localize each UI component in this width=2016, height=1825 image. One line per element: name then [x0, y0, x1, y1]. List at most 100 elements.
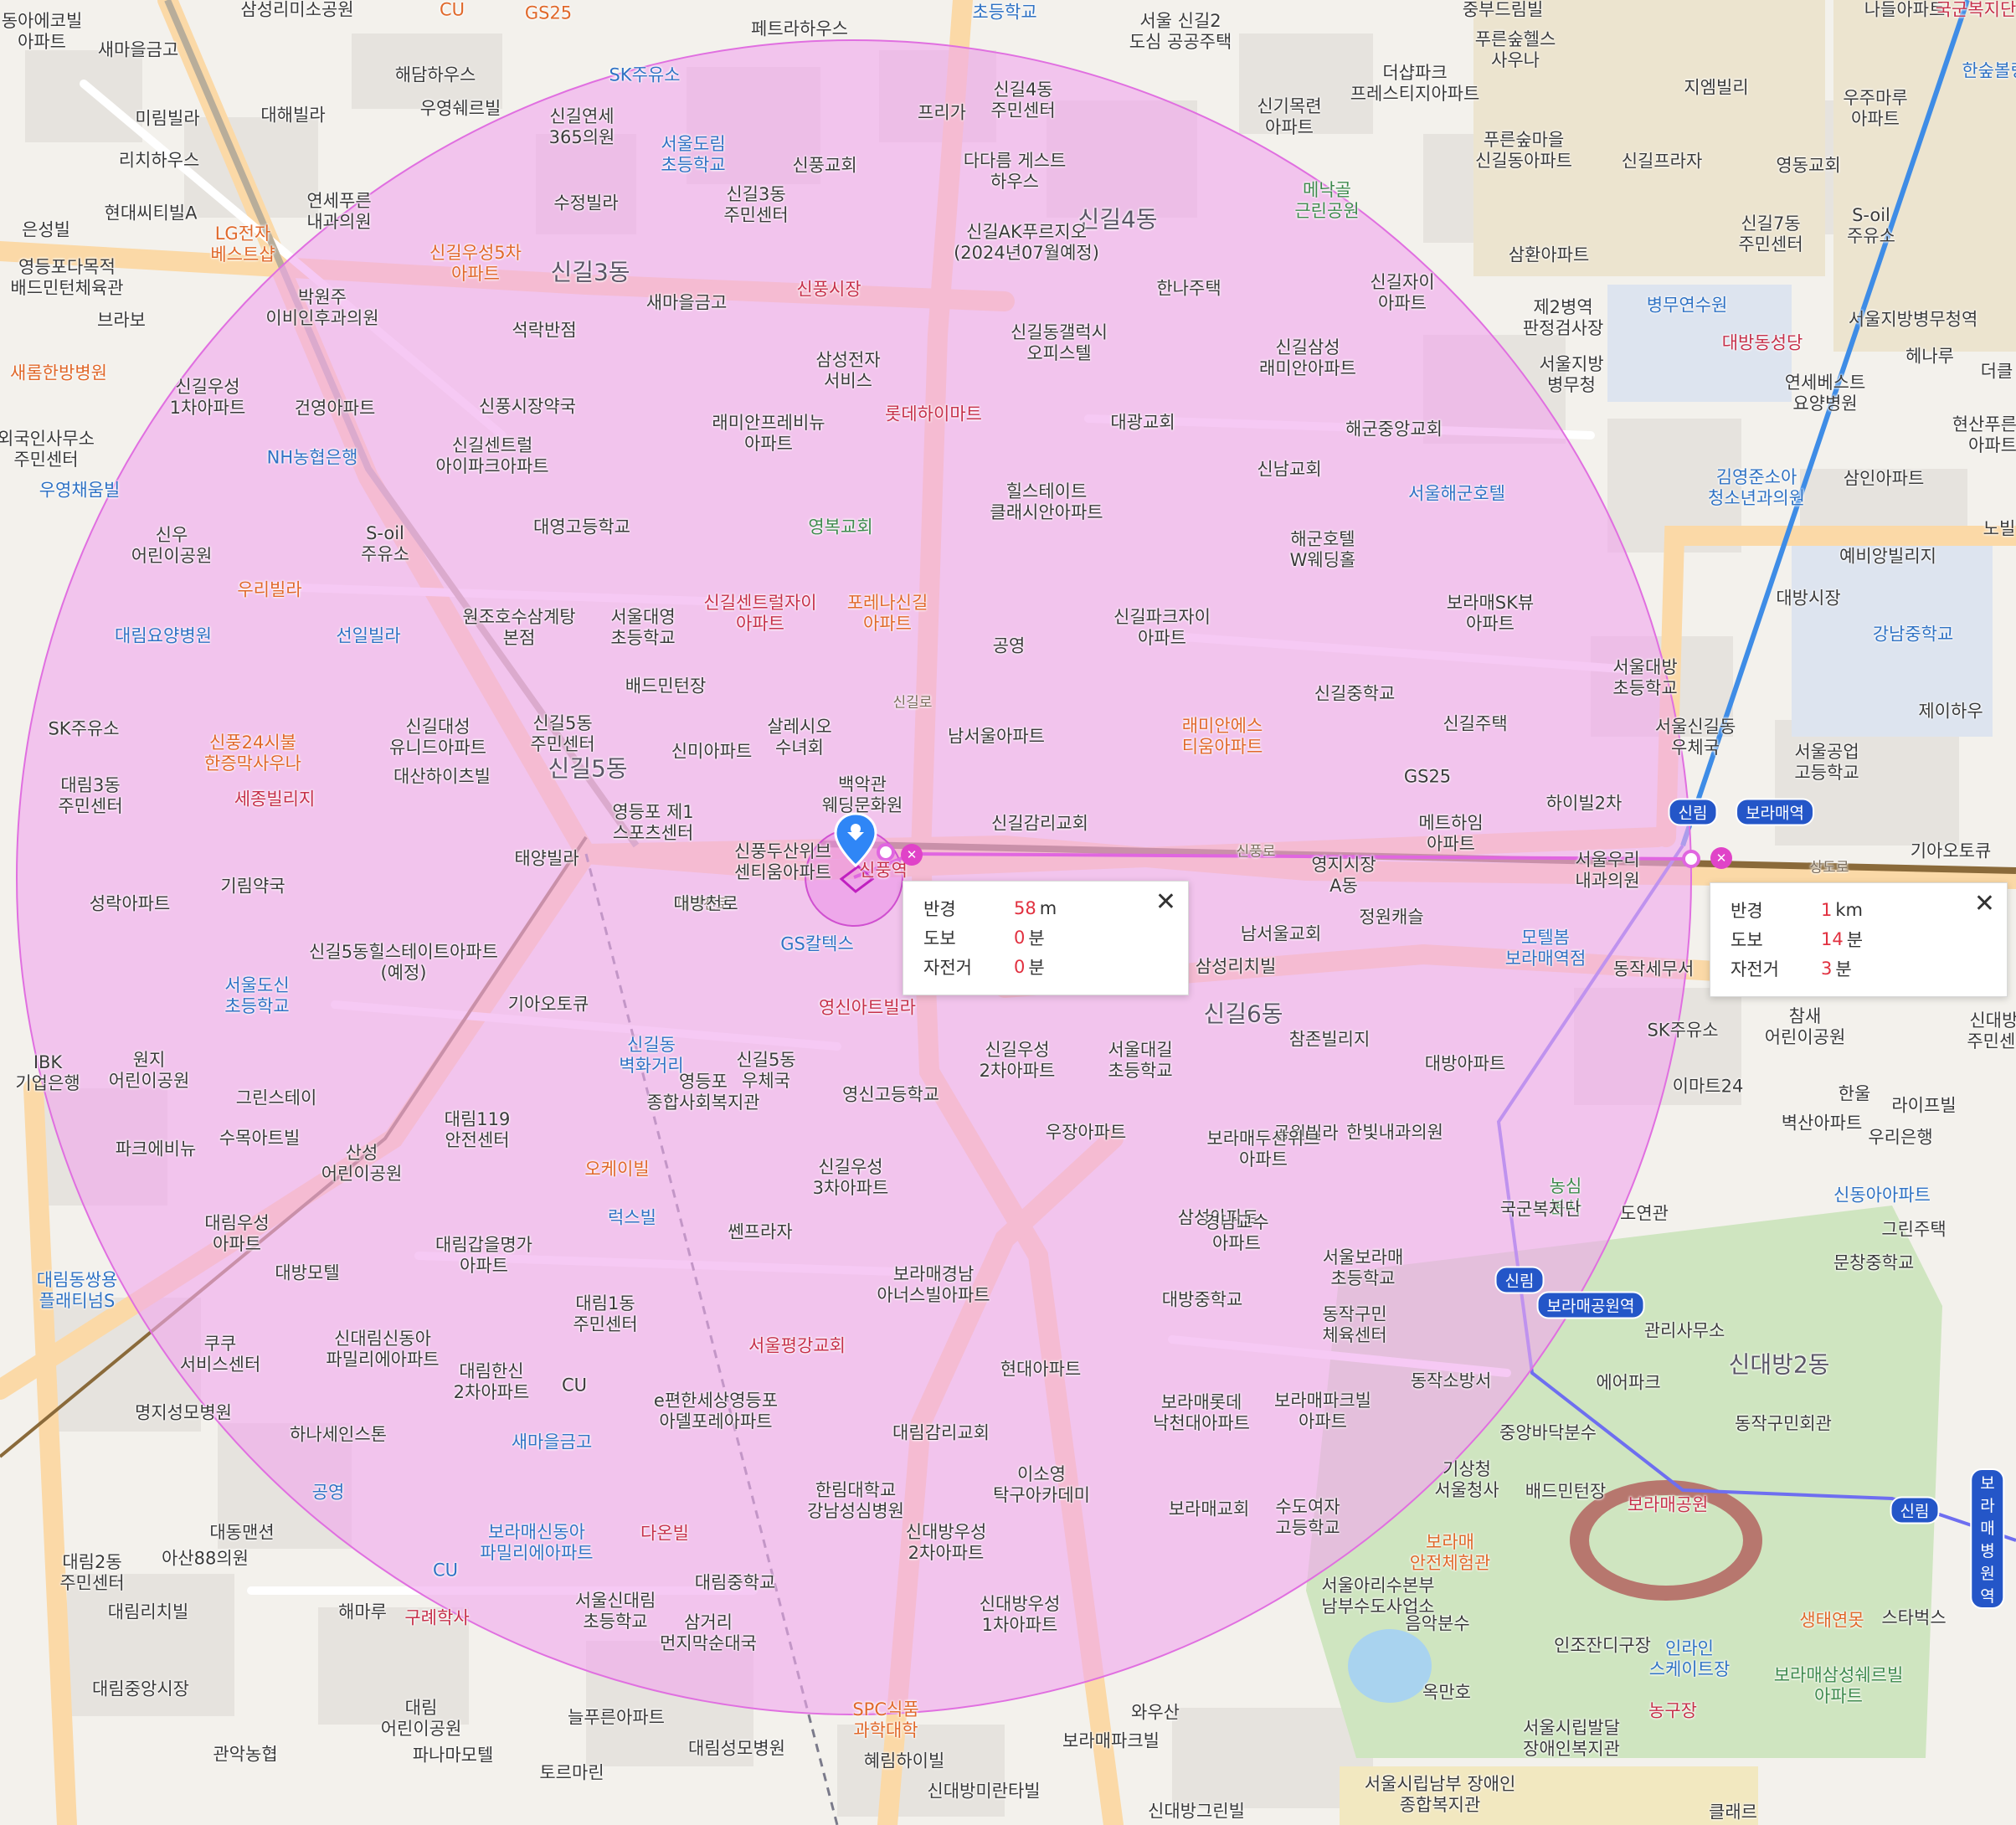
place-label[interactable]: 새마을금고 [98, 40, 179, 61]
place-label[interactable]: 강남중학교 [1873, 625, 1954, 645]
place-label[interactable]: 럭스빌 [608, 1208, 656, 1229]
place-label[interactable]: 서울보라매 초등학교 [1323, 1247, 1404, 1289]
place-label[interactable]: 동작구민 체육센터 [1322, 1304, 1386, 1346]
place-label[interactable]: 푸른숲마을 신길동아파트 [1475, 130, 1572, 172]
subway-station-label[interactable]: 신림 [1890, 1496, 1940, 1524]
place-label[interactable]: 서울시립남부 장애인 종합복지관 [1365, 1774, 1516, 1816]
place-label[interactable]: 대방동성당 [1722, 333, 1803, 354]
place-label[interactable]: 와우산 [1131, 1703, 1180, 1724]
place-label[interactable]: SK주유소 [609, 65, 680, 86]
place-label[interactable]: 보라매 안전체험관 [1410, 1532, 1491, 1574]
place-label[interactable]: 대림갑을명가 아파트 [435, 1235, 532, 1277]
place-label[interactable]: 동작소방서 [1411, 1371, 1492, 1392]
remove-point-icon[interactable]: ✕ [901, 844, 923, 866]
place-label[interactable]: 대방시장 [1776, 589, 1840, 609]
place-label[interactable]: 신길우성5차 아파트 [429, 243, 522, 285]
place-label[interactable]: 신길주택 [1443, 714, 1507, 735]
place-label[interactable]: 신길대성 유니드아파트 [389, 717, 486, 758]
place-label[interactable]: 하나세인스톤 [290, 1425, 387, 1446]
place-label[interactable]: 남서울아파트 [948, 727, 1045, 748]
place-label[interactable]: 신대림신동아 파밀리에아파트 [326, 1329, 439, 1370]
place-label[interactable]: 스타벅스 [1881, 1608, 1946, 1629]
place-label[interactable]: 신길우성 2차아파트 [980, 1040, 1056, 1082]
place-label[interactable]: 신대방미란타빌 [927, 1781, 1040, 1802]
place-label[interactable]: 늘푸른아파트 [568, 1708, 665, 1729]
place-label[interactable]: 대방모텔 [275, 1263, 339, 1284]
place-label[interactable]: 새마을금고 [512, 1432, 593, 1453]
place-label[interactable]: 대영고등학교 [533, 517, 630, 538]
place-label[interactable]: 다다름 게스트 하우스 [964, 151, 1067, 193]
place-label[interactable]: 연세베스트 요양병원 [1785, 373, 1866, 414]
remove-point-icon[interactable]: ✕ [1710, 847, 1732, 869]
place-label[interactable]: 원조호수삼계탕 본점 [462, 607, 575, 649]
place-label[interactable]: 대림동쌍용 플래티넘S [37, 1270, 118, 1312]
place-label[interactable]: 보라매경남 아너스빌아파트 [877, 1264, 990, 1306]
place-label[interactable]: 브라보 [97, 311, 146, 332]
place-label[interactable]: 백악관 웨딩문화원 [822, 774, 903, 816]
place-label[interactable]: 서울공업 고등학교 [1794, 742, 1859, 784]
place-label[interactable]: 삼성리미소공원 [240, 0, 353, 21]
place-label[interactable]: 서울아리수본부 남부수도사업소 [1321, 1576, 1434, 1617]
place-label[interactable]: 신대방우성 1차아파트 [980, 1594, 1061, 1636]
place-label[interactable]: e편한세상영등포 아델포레아파트 [654, 1391, 778, 1432]
place-label[interactable]: 대림성모병원 [688, 1739, 785, 1760]
place-label[interactable]: 보라매신동아 파밀리에아파트 [480, 1522, 593, 1564]
place-label[interactable]: 보라매두산위브 아파트 [1206, 1128, 1319, 1170]
subway-station-label[interactable]: 보라매병원역 [1970, 1468, 2005, 1609]
place-label[interactable]: 음악분수 [1405, 1614, 1469, 1635]
place-label[interactable]: 아산88의원 [162, 1549, 249, 1570]
place-label[interactable]: 대림3동 주민센터 [58, 775, 122, 817]
place-label[interactable]: 산성 어린이공원 [321, 1143, 403, 1185]
place-label[interactable]: 서울해군호텔 [1408, 484, 1505, 505]
place-label[interactable]: 지엠빌리 [1684, 78, 1748, 99]
place-label[interactable]: 신풍교회 [792, 156, 856, 177]
place-label[interactable]: 모텔봄 보라매역점 [1505, 928, 1587, 969]
place-label[interactable]: 기아오토큐 [1911, 841, 1992, 862]
place-label[interactable]: 국군복지단 [1936, 0, 2016, 21]
place-label[interactable]: 메낙골 근린공원 [1294, 180, 1359, 222]
place-label[interactable]: 우주마루 아파트 [1843, 88, 1907, 130]
district-label[interactable]: 신대방2동 [1729, 1353, 1830, 1376]
place-label[interactable]: 동작구민회관 [1735, 1414, 1832, 1435]
place-label[interactable]: 중앙바닥분수 [1499, 1423, 1597, 1444]
place-label[interactable]: 삼인아파트 [1844, 469, 1925, 490]
place-label[interactable]: 문창중학교 [1833, 1253, 1915, 1274]
place-label[interactable]: 신기목련 아파트 [1257, 96, 1321, 138]
place-label[interactable]: 대림중학교 [695, 1573, 776, 1594]
place-label[interactable]: 신남교회 [1257, 460, 1321, 481]
place-label[interactable]: 서울시립발달 장애인복지관 [1523, 1718, 1620, 1760]
place-label[interactable]: 신길7동 주민센터 [1738, 213, 1803, 255]
place-label[interactable]: 서울도신 초등학교 [224, 975, 289, 1017]
place-label[interactable]: 경남교수 아파트 [1204, 1212, 1268, 1254]
place-label[interactable]: 원지 어린이공원 [109, 1050, 190, 1092]
place-label[interactable]: 신길연세 365의원 [549, 106, 615, 148]
place-label[interactable]: 새롬한방병원 [10, 363, 107, 384]
place-label[interactable]: 생태연못 [1799, 1611, 1864, 1632]
place-label[interactable]: 더클 [1981, 362, 2013, 383]
place-label[interactable]: 영동교회 [1776, 156, 1840, 177]
place-label[interactable]: 제이하우 [1918, 702, 1983, 722]
place-label[interactable]: 배드민턴장 [1525, 1482, 1607, 1503]
place-label[interactable]: 신길중학교 [1314, 684, 1396, 705]
place-label[interactable]: 옥만호 [1422, 1683, 1471, 1704]
place-label[interactable]: 신풍시장 [796, 280, 861, 301]
place-label[interactable]: 한빛내과의원 [1346, 1123, 1443, 1144]
place-label[interactable]: 보라매파크빌 아파트 [1274, 1391, 1371, 1432]
place-label[interactable]: 그린스테이 [236, 1088, 317, 1109]
subway-station-label[interactable]: 신림 [1668, 798, 1718, 826]
place-label[interactable]: S-oil 주유소 [361, 523, 409, 565]
place-label[interactable]: 현산푸른숲 아파트 [1952, 414, 2016, 456]
place-label[interactable]: 기상청 서울청사 [1434, 1459, 1499, 1501]
place-label[interactable]: 오케이빌 [584, 1159, 649, 1180]
place-label[interactable]: 보라매교회 [1169, 1499, 1250, 1520]
place-label[interactable]: 신대방2 주민센터 [1967, 1010, 2016, 1052]
place-label[interactable]: 국군복지단 [1500, 1200, 1581, 1221]
place-label[interactable]: 서울신대림 초등학교 [575, 1591, 656, 1632]
place-label[interactable]: 대광교회 [1110, 413, 1175, 434]
place-label[interactable]: 한울 [1839, 1084, 1871, 1105]
place-label[interactable]: 신길센트럴 아이파크아파트 [435, 435, 548, 477]
place-label[interactable]: 보라매삼성쉐르빌 아파트 [1774, 1665, 1904, 1707]
place-label[interactable]: 보라매SK뷰 아파트 [1447, 593, 1534, 635]
place-label[interactable]: 메트하임 아파트 [1418, 813, 1483, 855]
place-label[interactable]: 신풍24시불 한증막사우나 [204, 733, 301, 774]
